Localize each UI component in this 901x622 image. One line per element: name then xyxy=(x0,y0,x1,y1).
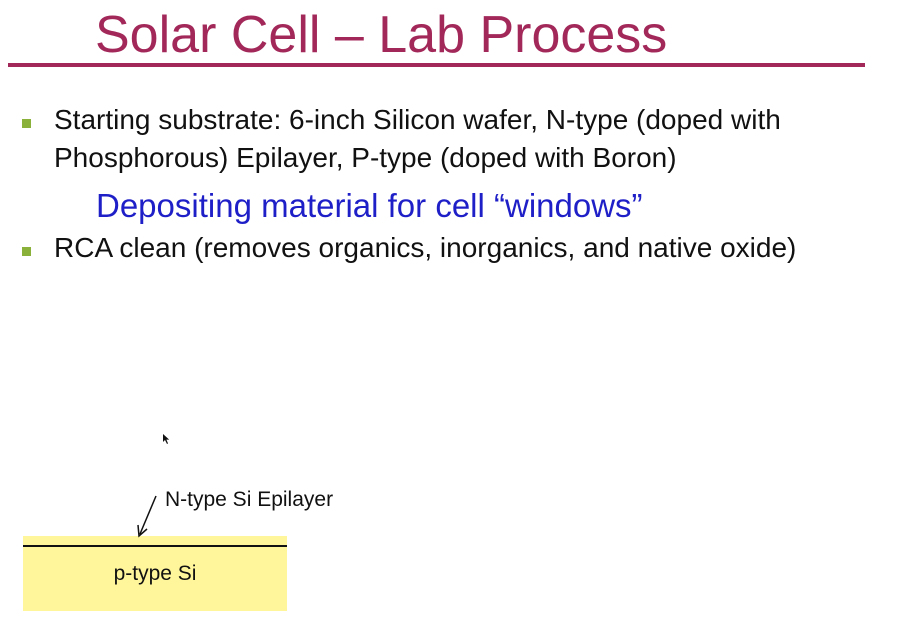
wafer-cross-section-diagram: N-type Si Epilayer p-type Si xyxy=(0,470,400,622)
arrow-down-left-icon xyxy=(137,495,157,538)
slide: Solar Cell – Lab Process Starting substr… xyxy=(0,0,901,622)
title-underline xyxy=(8,63,865,67)
square-bullet-icon xyxy=(22,247,31,256)
mouse-pointer-icon xyxy=(163,434,170,444)
epilayer-label: N-type Si Epilayer xyxy=(165,488,334,511)
slide-title: Solar Cell – Lab Process xyxy=(95,6,668,64)
substrate-label: p-type Si xyxy=(113,562,197,585)
square-bullet-icon xyxy=(22,119,31,128)
section-subheading: Depositing material for cell “windows” xyxy=(96,187,643,224)
bullet-rca-clean: RCA clean (removes organics, inorganics,… xyxy=(54,232,797,263)
bullet-starting-substrate: Starting substrate: 6-inch Silicon wafer… xyxy=(54,104,781,173)
n-type-epilayer-line xyxy=(23,545,287,547)
